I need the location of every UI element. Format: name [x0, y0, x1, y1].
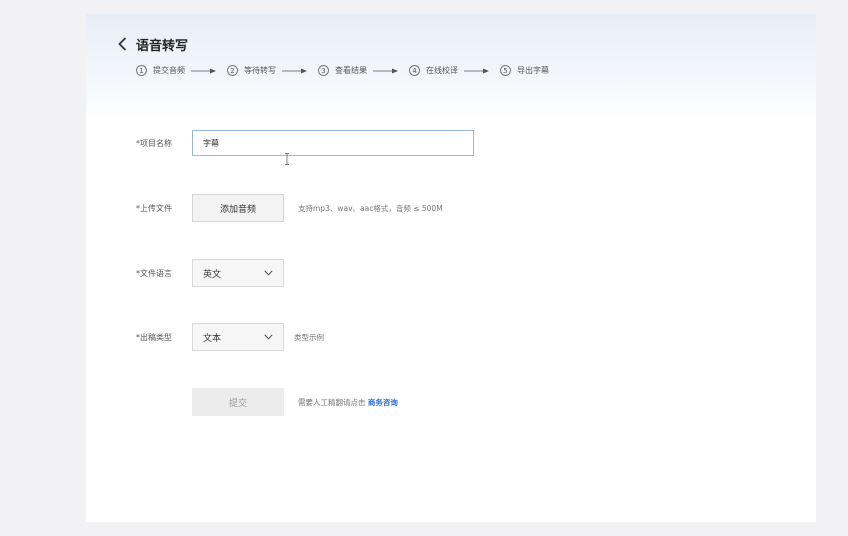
- arrow-right-icon: [464, 68, 490, 74]
- manual-translation-text: 需要人工精翻请点击: [298, 397, 366, 407]
- business-consult-link[interactable]: 商务咨询: [368, 398, 398, 407]
- upload-file-label: *上传文件: [136, 203, 172, 213]
- step-5-number: 5: [500, 65, 511, 76]
- page-title: 语音转写: [136, 38, 189, 54]
- arrow-right-icon: [191, 68, 217, 74]
- chevron-left-icon: [117, 37, 126, 51]
- main-card: 语音转写 1 提交音频 2 等待转写 3 查看结果 4 在线校译 5 导出字幕 …: [86, 14, 816, 522]
- arrow-right-icon: [282, 68, 308, 74]
- file-language-label: *文件语言: [136, 268, 172, 278]
- page-header: 语音转写: [114, 34, 188, 54]
- step-3-label: 查看结果: [335, 66, 367, 75]
- back-button[interactable]: [114, 34, 130, 54]
- project-name-label: *项目名称: [136, 138, 172, 148]
- manual-translation-hint: 需要人工精翻请点击 商务咨询: [298, 397, 398, 408]
- step-4-number: 4: [409, 65, 420, 76]
- output-type-example-link[interactable]: 类型示例: [294, 332, 324, 343]
- project-name-input[interactable]: [192, 130, 474, 156]
- arrow-right-icon: [373, 68, 399, 74]
- text-cursor-icon: [285, 153, 289, 165]
- step-4-label: 在线校译: [426, 66, 458, 75]
- output-type-row: *出稿类型 文本 类型示例: [136, 323, 324, 351]
- file-language-value: 英文: [203, 269, 222, 280]
- step-3: 3 查看结果: [318, 65, 367, 76]
- chevron-down-icon: [264, 334, 273, 340]
- step-2-number: 2: [227, 65, 238, 76]
- upload-format-hint: 支持mp3、wav、aac格式，音频 ≤ 500M: [298, 203, 443, 213]
- step-3-number: 3: [318, 65, 329, 76]
- step-1: 1 提交音频: [136, 65, 185, 76]
- output-type-select[interactable]: 文本: [192, 323, 284, 351]
- step-5-label: 导出字幕: [517, 66, 549, 75]
- step-1-number: 1: [136, 65, 147, 76]
- chevron-down-icon: [264, 270, 273, 276]
- step-2: 2 等待转写: [227, 65, 276, 76]
- submit-row: 提交 需要人工精翻请点击 商务咨询: [136, 388, 398, 416]
- project-name-row: *项目名称: [136, 130, 474, 156]
- submit-button[interactable]: 提交: [192, 388, 284, 416]
- step-4: 4 在线校译: [409, 65, 458, 76]
- output-type-value: 文本: [203, 333, 222, 344]
- output-type-label: *出稿类型: [136, 332, 172, 342]
- step-2-label: 等待转写: [244, 66, 276, 75]
- file-language-row: *文件语言 英文: [136, 259, 284, 287]
- step-5: 5 导出字幕: [500, 65, 549, 76]
- file-language-select[interactable]: 英文: [192, 259, 284, 287]
- add-audio-button[interactable]: 添加音频: [192, 194, 284, 222]
- upload-file-row: *上传文件 添加音频 支持mp3、wav、aac格式，音频 ≤ 500M: [136, 194, 443, 222]
- step-1-label: 提交音频: [153, 66, 185, 75]
- step-indicator: 1 提交音频 2 等待转写 3 查看结果 4 在线校译 5 导出字幕: [136, 65, 549, 76]
